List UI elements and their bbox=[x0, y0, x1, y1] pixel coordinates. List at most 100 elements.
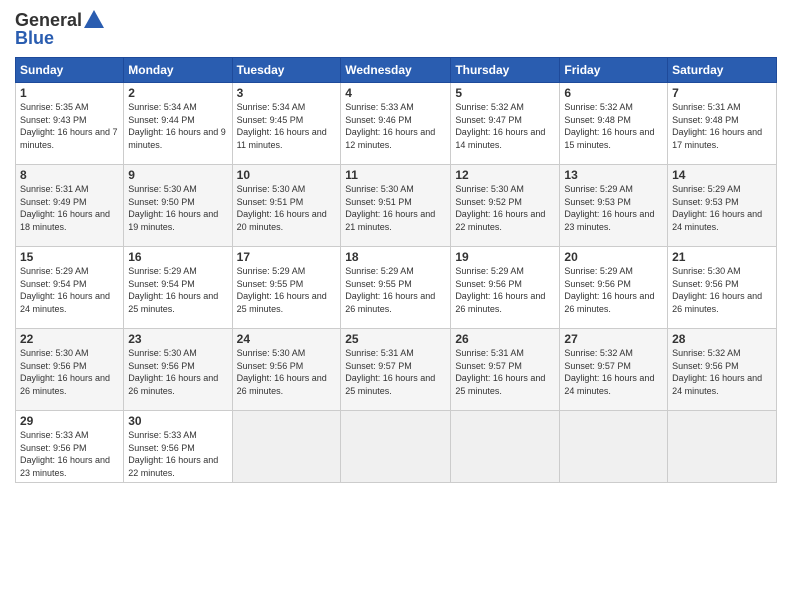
day-number: 5 bbox=[455, 86, 555, 100]
day-info: Sunrise: 5:33 AMSunset: 9:46 PMDaylight:… bbox=[345, 101, 446, 151]
calendar-cell: 29Sunrise: 5:33 AMSunset: 9:56 PMDayligh… bbox=[16, 411, 124, 483]
day-info: Sunrise: 5:32 AMSunset: 9:57 PMDaylight:… bbox=[564, 347, 663, 397]
day-info: Sunrise: 5:30 AMSunset: 9:56 PMDaylight:… bbox=[672, 265, 772, 315]
day-number: 26 bbox=[455, 332, 555, 346]
day-number: 7 bbox=[672, 86, 772, 100]
logo-blue-text: Blue bbox=[15, 28, 104, 49]
day-info: Sunrise: 5:34 AMSunset: 9:44 PMDaylight:… bbox=[128, 101, 227, 151]
day-info: Sunrise: 5:32 AMSunset: 9:56 PMDaylight:… bbox=[672, 347, 772, 397]
day-number: 24 bbox=[237, 332, 337, 346]
calendar-week-row: 15Sunrise: 5:29 AMSunset: 9:54 PMDayligh… bbox=[16, 247, 777, 329]
calendar-cell: 22Sunrise: 5:30 AMSunset: 9:56 PMDayligh… bbox=[16, 329, 124, 411]
day-info: Sunrise: 5:29 AMSunset: 9:53 PMDaylight:… bbox=[564, 183, 663, 233]
day-number: 13 bbox=[564, 168, 663, 182]
day-number: 19 bbox=[455, 250, 555, 264]
day-info: Sunrise: 5:29 AMSunset: 9:53 PMDaylight:… bbox=[672, 183, 772, 233]
logo-icon bbox=[84, 10, 104, 28]
day-number: 29 bbox=[20, 414, 119, 428]
calendar-cell: 30Sunrise: 5:33 AMSunset: 9:56 PMDayligh… bbox=[124, 411, 232, 483]
day-number: 25 bbox=[345, 332, 446, 346]
header: General Blue bbox=[15, 10, 777, 49]
calendar-cell: 16Sunrise: 5:29 AMSunset: 9:54 PMDayligh… bbox=[124, 247, 232, 329]
day-number: 20 bbox=[564, 250, 663, 264]
day-number: 9 bbox=[128, 168, 227, 182]
calendar-cell: 18Sunrise: 5:29 AMSunset: 9:55 PMDayligh… bbox=[341, 247, 451, 329]
calendar-cell: 25Sunrise: 5:31 AMSunset: 9:57 PMDayligh… bbox=[341, 329, 451, 411]
day-number: 4 bbox=[345, 86, 446, 100]
day-number: 8 bbox=[20, 168, 119, 182]
day-info: Sunrise: 5:29 AMSunset: 9:55 PMDaylight:… bbox=[345, 265, 446, 315]
day-info: Sunrise: 5:29 AMSunset: 9:54 PMDaylight:… bbox=[128, 265, 227, 315]
day-header-sunday: Sunday bbox=[16, 58, 124, 83]
calendar-cell: 10Sunrise: 5:30 AMSunset: 9:51 PMDayligh… bbox=[232, 165, 341, 247]
day-number: 27 bbox=[564, 332, 663, 346]
calendar-cell: 11Sunrise: 5:30 AMSunset: 9:51 PMDayligh… bbox=[341, 165, 451, 247]
day-info: Sunrise: 5:30 AMSunset: 9:50 PMDaylight:… bbox=[128, 183, 227, 233]
calendar-table: SundayMondayTuesdayWednesdayThursdayFrid… bbox=[15, 57, 777, 483]
day-number: 15 bbox=[20, 250, 119, 264]
day-info: Sunrise: 5:30 AMSunset: 9:56 PMDaylight:… bbox=[20, 347, 119, 397]
calendar-cell: 20Sunrise: 5:29 AMSunset: 9:56 PMDayligh… bbox=[560, 247, 668, 329]
calendar-cell: 21Sunrise: 5:30 AMSunset: 9:56 PMDayligh… bbox=[668, 247, 777, 329]
day-number: 14 bbox=[672, 168, 772, 182]
day-info: Sunrise: 5:29 AMSunset: 9:54 PMDaylight:… bbox=[20, 265, 119, 315]
calendar-cell bbox=[560, 411, 668, 483]
calendar-cell: 27Sunrise: 5:32 AMSunset: 9:57 PMDayligh… bbox=[560, 329, 668, 411]
calendar-cell: 2Sunrise: 5:34 AMSunset: 9:44 PMDaylight… bbox=[124, 83, 232, 165]
day-header-thursday: Thursday bbox=[451, 58, 560, 83]
day-number: 6 bbox=[564, 86, 663, 100]
calendar-cell: 1Sunrise: 5:35 AMSunset: 9:43 PMDaylight… bbox=[16, 83, 124, 165]
calendar-cell: 26Sunrise: 5:31 AMSunset: 9:57 PMDayligh… bbox=[451, 329, 560, 411]
calendar-cell: 7Sunrise: 5:31 AMSunset: 9:48 PMDaylight… bbox=[668, 83, 777, 165]
calendar-cell: 23Sunrise: 5:30 AMSunset: 9:56 PMDayligh… bbox=[124, 329, 232, 411]
day-info: Sunrise: 5:29 AMSunset: 9:56 PMDaylight:… bbox=[564, 265, 663, 315]
day-info: Sunrise: 5:32 AMSunset: 9:48 PMDaylight:… bbox=[564, 101, 663, 151]
calendar-cell: 24Sunrise: 5:30 AMSunset: 9:56 PMDayligh… bbox=[232, 329, 341, 411]
calendar-cell: 4Sunrise: 5:33 AMSunset: 9:46 PMDaylight… bbox=[341, 83, 451, 165]
day-number: 28 bbox=[672, 332, 772, 346]
day-info: Sunrise: 5:30 AMSunset: 9:52 PMDaylight:… bbox=[455, 183, 555, 233]
day-number: 2 bbox=[128, 86, 227, 100]
calendar-cell: 9Sunrise: 5:30 AMSunset: 9:50 PMDaylight… bbox=[124, 165, 232, 247]
day-info: Sunrise: 5:29 AMSunset: 9:55 PMDaylight:… bbox=[237, 265, 337, 315]
day-number: 12 bbox=[455, 168, 555, 182]
logo: General Blue bbox=[15, 10, 104, 49]
day-info: Sunrise: 5:34 AMSunset: 9:45 PMDaylight:… bbox=[237, 101, 337, 151]
calendar-cell bbox=[451, 411, 560, 483]
day-info: Sunrise: 5:30 AMSunset: 9:56 PMDaylight:… bbox=[128, 347, 227, 397]
day-header-friday: Friday bbox=[560, 58, 668, 83]
calendar-cell: 14Sunrise: 5:29 AMSunset: 9:53 PMDayligh… bbox=[668, 165, 777, 247]
day-info: Sunrise: 5:35 AMSunset: 9:43 PMDaylight:… bbox=[20, 101, 119, 151]
day-number: 30 bbox=[128, 414, 227, 428]
calendar-cell bbox=[668, 411, 777, 483]
calendar-cell: 17Sunrise: 5:29 AMSunset: 9:55 PMDayligh… bbox=[232, 247, 341, 329]
day-number: 17 bbox=[237, 250, 337, 264]
day-number: 18 bbox=[345, 250, 446, 264]
day-header-monday: Monday bbox=[124, 58, 232, 83]
calendar-cell bbox=[232, 411, 341, 483]
day-info: Sunrise: 5:31 AMSunset: 9:57 PMDaylight:… bbox=[455, 347, 555, 397]
calendar-cell: 28Sunrise: 5:32 AMSunset: 9:56 PMDayligh… bbox=[668, 329, 777, 411]
calendar-header-row: SundayMondayTuesdayWednesdayThursdayFrid… bbox=[16, 58, 777, 83]
calendar-cell: 5Sunrise: 5:32 AMSunset: 9:47 PMDaylight… bbox=[451, 83, 560, 165]
day-info: Sunrise: 5:32 AMSunset: 9:47 PMDaylight:… bbox=[455, 101, 555, 151]
calendar-cell: 8Sunrise: 5:31 AMSunset: 9:49 PMDaylight… bbox=[16, 165, 124, 247]
calendar-cell: 6Sunrise: 5:32 AMSunset: 9:48 PMDaylight… bbox=[560, 83, 668, 165]
calendar-week-row: 8Sunrise: 5:31 AMSunset: 9:49 PMDaylight… bbox=[16, 165, 777, 247]
day-info: Sunrise: 5:30 AMSunset: 9:51 PMDaylight:… bbox=[345, 183, 446, 233]
calendar-cell: 19Sunrise: 5:29 AMSunset: 9:56 PMDayligh… bbox=[451, 247, 560, 329]
calendar-cell bbox=[341, 411, 451, 483]
calendar-week-row: 22Sunrise: 5:30 AMSunset: 9:56 PMDayligh… bbox=[16, 329, 777, 411]
day-number: 21 bbox=[672, 250, 772, 264]
calendar-cell: 15Sunrise: 5:29 AMSunset: 9:54 PMDayligh… bbox=[16, 247, 124, 329]
calendar-cell: 12Sunrise: 5:30 AMSunset: 9:52 PMDayligh… bbox=[451, 165, 560, 247]
day-info: Sunrise: 5:30 AMSunset: 9:56 PMDaylight:… bbox=[237, 347, 337, 397]
day-info: Sunrise: 5:31 AMSunset: 9:57 PMDaylight:… bbox=[345, 347, 446, 397]
day-number: 1 bbox=[20, 86, 119, 100]
calendar-cell: 3Sunrise: 5:34 AMSunset: 9:45 PMDaylight… bbox=[232, 83, 341, 165]
day-number: 23 bbox=[128, 332, 227, 346]
day-info: Sunrise: 5:30 AMSunset: 9:51 PMDaylight:… bbox=[237, 183, 337, 233]
day-header-wednesday: Wednesday bbox=[341, 58, 451, 83]
day-header-tuesday: Tuesday bbox=[232, 58, 341, 83]
day-number: 22 bbox=[20, 332, 119, 346]
